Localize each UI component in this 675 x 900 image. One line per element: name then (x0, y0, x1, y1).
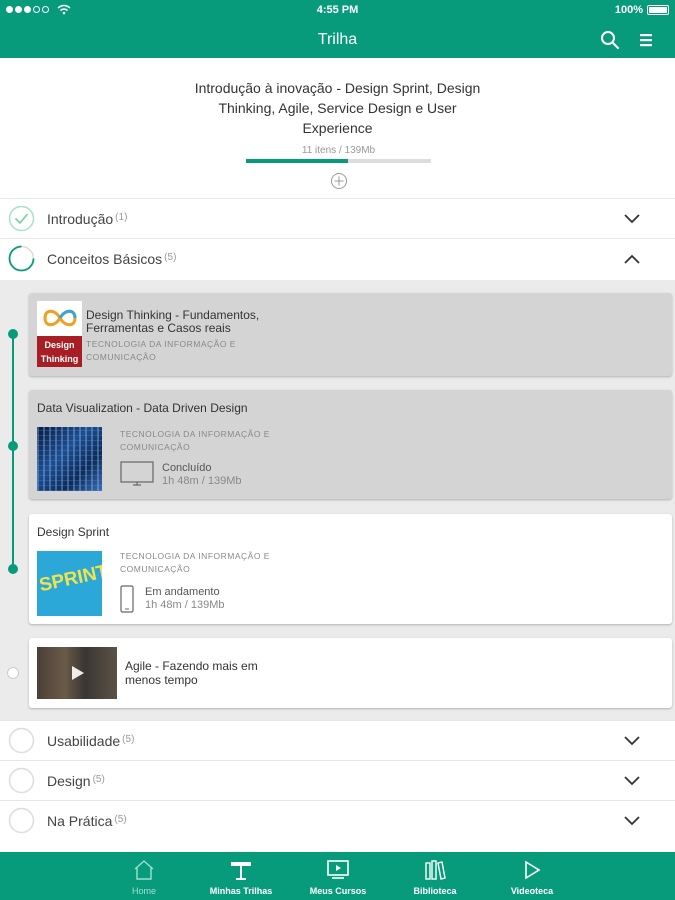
partial-progress-circle-icon (8, 245, 35, 272)
tab-videoteca[interactable]: Videoteca (482, 852, 582, 900)
chevron-down-icon[interactable] (622, 811, 642, 831)
course-title: Data Visualization - Data Driven Design (37, 401, 248, 415)
section-conceitos-basicos[interactable]: Conceitos Básicos (5) (0, 238, 675, 278)
thumb-text: SPRINT (37, 561, 102, 597)
section-na-pratica[interactable]: Na Prática (5) (0, 800, 675, 852)
chevron-down-icon[interactable] (622, 209, 642, 229)
thumb-text: Design (44, 340, 75, 350)
tab-home[interactable]: Home (94, 852, 194, 900)
course-card[interactable]: Design Thinking Design Thinking - Fundam… (29, 293, 672, 376)
search-icon[interactable] (598, 28, 622, 52)
course-category: TECNOLOGIA DA INFORMAÇÃO E COMUNICAÇÃO (86, 339, 236, 362)
bottom-tab-bar: Home Minhas Trilhas Meus Cursos Bibliote… (0, 852, 675, 900)
page-title: Trilha (317, 31, 358, 48)
timeline-dot-complete (8, 441, 18, 451)
course-title: Design Sprint (37, 525, 110, 539)
books-icon (425, 860, 446, 880)
section-introducao[interactable]: Introdução (1) (0, 198, 675, 238)
section-label: Design (5) (47, 773, 105, 789)
video-screen-icon (327, 860, 349, 879)
tab-label: Home (131, 886, 156, 896)
trilha-progress-bar (246, 159, 431, 163)
check-circle-icon (8, 205, 35, 232)
trilha-progress-label: 11 itens / 139Mb (301, 145, 376, 156)
section-usabilidade[interactable]: Usabilidade (5) (0, 720, 675, 760)
tab-minhas-trilhas[interactable]: Minhas Trilhas (191, 852, 291, 900)
home-icon (134, 860, 154, 880)
course-status: Concluído 1h 48m / 139Mb (162, 462, 242, 487)
empty-circle-icon (8, 767, 35, 794)
course-category: TECNOLOGIA DA INFORMAÇÃO E COMUNICAÇÃO (120, 429, 270, 452)
battery-percent: 100% (614, 4, 643, 16)
tab-label: Videoteca (510, 886, 554, 896)
course-card[interactable]: Agile - Fazendo mais em menos tempo (29, 638, 672, 708)
course-title: Agile - Fazendo mais em menos tempo (125, 659, 258, 687)
infinity-logo-icon (43, 309, 77, 327)
menu-icon[interactable] (634, 28, 658, 52)
trilha-title: Introdução à inovação - Design Sprint, D… (194, 80, 481, 136)
tab-label: Biblioteca (413, 886, 457, 896)
add-circle-icon[interactable] (330, 172, 348, 190)
timeline-dot-complete (8, 329, 18, 339)
course-status: Em andamento 1h 48m / 139Mb (145, 586, 225, 611)
phone-icon (120, 585, 134, 613)
play-icon (525, 860, 541, 880)
course-category: TECNOLOGIA DA INFORMAÇÃO E COMUNICAÇÃO (120, 551, 270, 574)
timeline-dot-pending (7, 667, 19, 679)
course-card[interactable]: Data Visualization - Data Driven Design … (29, 390, 672, 499)
section-label: Na Prática (5) (47, 813, 127, 829)
course-card[interactable]: Design Sprint SPRINT TECNOLOGIA DA INFOR… (29, 514, 672, 624)
tab-meus-cursos[interactable]: Meus Cursos (288, 852, 388, 900)
empty-circle-icon (8, 807, 35, 834)
signpost-icon (231, 862, 251, 880)
chevron-up-icon[interactable] (622, 249, 642, 269)
app-header: Trilha (0, 22, 675, 58)
chevron-down-icon[interactable] (622, 731, 642, 751)
timeline-dot-current (8, 564, 18, 574)
desktop-icon (120, 461, 154, 486)
tab-label: Meus Cursos (309, 886, 367, 896)
course-thumbnail: Design Thinking (37, 301, 82, 367)
trilha-progress-fill (246, 159, 348, 163)
course-thumbnail (37, 427, 102, 491)
section-label: Usabilidade (5) (47, 733, 135, 749)
status-bar: 4:55 PM 100% (0, 0, 675, 22)
tab-biblioteca[interactable]: Biblioteca (385, 852, 485, 900)
video-thumbnail[interactable] (37, 647, 117, 699)
section-design[interactable]: Design (5) (0, 760, 675, 800)
section-label: Conceitos Básicos (5) (47, 251, 177, 267)
battery-icon (647, 5, 669, 15)
tab-label: Minhas Trilhas (209, 886, 273, 896)
empty-circle-icon (8, 727, 35, 754)
play-icon[interactable] (67, 663, 87, 683)
section-label: Introdução (1) (47, 211, 128, 227)
clock: 4:55 PM (316, 4, 359, 16)
thumb-text: Thinking (40, 354, 79, 364)
chevron-down-icon[interactable] (622, 771, 642, 791)
timeline-line (12, 334, 14, 570)
course-thumbnail: SPRINT (37, 551, 102, 616)
course-title: Design Thinking - Fundamentos, Ferrament… (86, 308, 260, 335)
